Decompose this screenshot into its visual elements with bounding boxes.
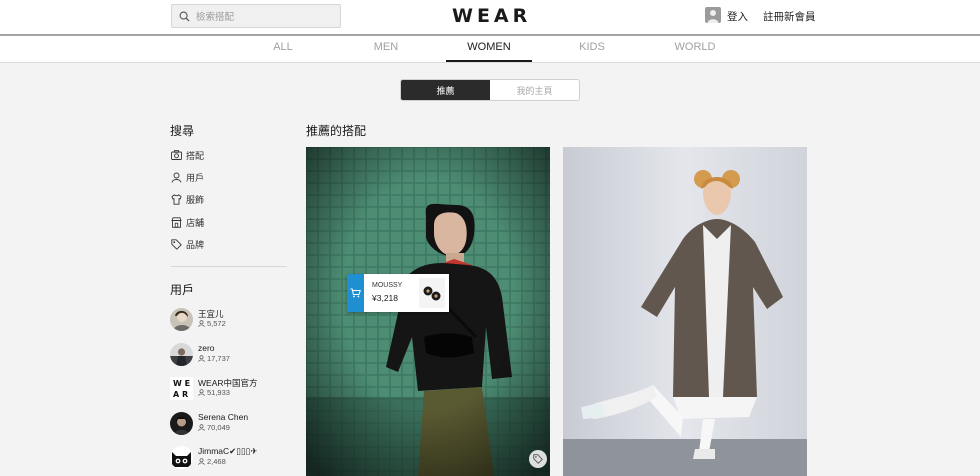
follower-count-value: 2,468 <box>207 457 226 466</box>
tab-kids[interactable]: KIDS <box>552 41 632 53</box>
sidebar-item-label: 品牌 <box>186 239 205 250</box>
cart-icon <box>350 288 361 298</box>
user-icon <box>198 458 205 465</box>
follower-count-value: 70,049 <box>207 423 230 432</box>
follower-count: 70,049 <box>198 423 230 432</box>
search-input[interactable]: 檢索搭配 <box>171 4 341 28</box>
section-heading: 推薦的搭配 <box>306 124 367 138</box>
sidebar-item-items[interactable]: 服飾 <box>171 192 204 206</box>
sidebar-item-label: 店舖 <box>186 217 205 228</box>
follower-count: 17,737 <box>198 354 230 363</box>
sidebar-item-label: 用戶 <box>186 172 205 183</box>
item-tag-popup[interactable]: MOUSSY ¥3,218 <box>347 274 449 312</box>
tab-all[interactable]: ALL <box>243 41 323 53</box>
user-icon <box>198 320 205 327</box>
shirt-icon <box>171 193 182 205</box>
follower-count-value: 5,572 <box>207 319 226 328</box>
outfit-card[interactable] <box>563 147 807 476</box>
user-name[interactable]: Serena Chen <box>198 412 248 422</box>
recommended-button[interactable]: 推薦 <box>401 80 490 100</box>
avatar[interactable] <box>170 446 193 469</box>
follower-count: 5,572 <box>198 319 226 328</box>
login-avatar-icon[interactable] <box>705 7 721 23</box>
tab-women[interactable]: WOMEN <box>449 41 529 53</box>
top-header: 檢索搭配 WEAR 登入 註冊新會員 <box>0 0 980 34</box>
user-icon <box>198 355 205 362</box>
cat-face-avatar <box>170 446 193 469</box>
svg-text:A R: A R <box>173 390 188 399</box>
login-link[interactable]: 登入 <box>727 9 748 24</box>
shop-icon <box>171 216 182 228</box>
svg-text:W E: W E <box>173 379 190 388</box>
sidebar-item-outfits[interactable]: 搭配 <box>171 148 204 162</box>
sidebar-divider <box>171 266 287 267</box>
tab-men[interactable]: MEN <box>346 41 426 53</box>
search-icon <box>179 11 190 22</box>
avatar[interactable] <box>170 308 193 331</box>
active-tab-indicator <box>446 60 532 62</box>
follower-count: 2,468 <box>198 457 226 466</box>
camera-icon <box>171 150 182 160</box>
tag-icon <box>533 454 543 464</box>
users-heading: 用戶 <box>170 283 195 297</box>
item-thumbnail <box>419 278 445 308</box>
sidebar-item-shops[interactable]: 店舖 <box>171 215 204 229</box>
avatar[interactable] <box>170 412 193 435</box>
follower-count-value: 17,737 <box>207 354 230 363</box>
sidebar-item-label: 搭配 <box>186 150 205 161</box>
avatar[interactable] <box>170 343 193 366</box>
user-icon <box>171 172 182 183</box>
signup-link[interactable]: 註冊新會員 <box>763 9 816 24</box>
feed-toggle: 推薦 我的主頁 <box>400 79 580 101</box>
cart-button[interactable] <box>347 274 364 312</box>
tab-world[interactable]: WORLD <box>655 41 735 53</box>
search-placeholder: 檢索搭配 <box>196 12 235 23</box>
sidebar-item-brands[interactable]: 品牌 <box>171 237 204 251</box>
avatar[interactable]: W E A R <box>170 377 193 400</box>
follower-count-value: 51,933 <box>207 388 230 397</box>
wear-logo-avatar: W E A R <box>170 377 193 400</box>
category-tabs: ALL MEN WOMEN KIDS WORLD <box>0 34 980 63</box>
user-icon <box>198 424 205 431</box>
sidebar-item-label: 服飾 <box>186 194 205 205</box>
sidebar-item-users[interactable]: 用戶 <box>171 170 204 184</box>
user-icon <box>198 389 205 396</box>
user-name[interactable]: zero <box>198 343 215 353</box>
item-tags-button[interactable] <box>529 450 547 468</box>
follower-count: 51,933 <box>198 388 230 397</box>
my-page-button[interactable]: 我的主頁 <box>490 80 579 100</box>
search-heading: 搜尋 <box>170 124 195 138</box>
outfit-photo[interactable] <box>563 147 807 476</box>
wear-logo[interactable]: WEAR <box>452 5 531 27</box>
item-price: ¥3,218 <box>372 293 398 303</box>
user-name[interactable]: JimmaC✔︎▯▯▯✈︎ <box>198 446 257 457</box>
tag-icon <box>171 238 182 250</box>
item-brand: MOUSSY <box>372 282 403 289</box>
